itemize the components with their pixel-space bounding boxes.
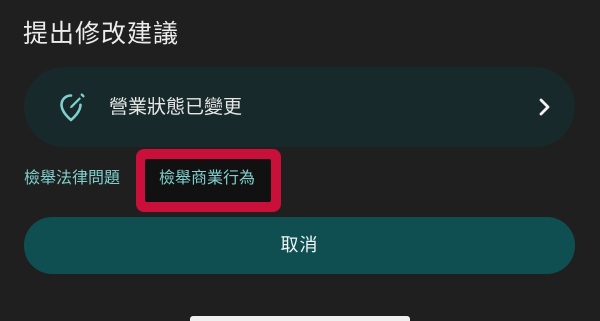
chevron-right-icon — [539, 98, 550, 116]
home-indicator[interactable] — [190, 316, 410, 321]
dialog-title: 提出修改建議 — [23, 19, 180, 48]
option-label: 營業狀態已變更 — [109, 96, 243, 118]
business-status-changed-option[interactable]: 營業狀態已變更 — [24, 67, 575, 147]
report-business-practice-link[interactable]: 檢舉商業行為 — [159, 166, 255, 190]
edit-location-icon — [60, 93, 85, 122]
report-legal-issue-link[interactable]: 檢舉法律問題 — [24, 166, 120, 190]
cancel-button[interactable]: 取消 — [24, 217, 575, 274]
